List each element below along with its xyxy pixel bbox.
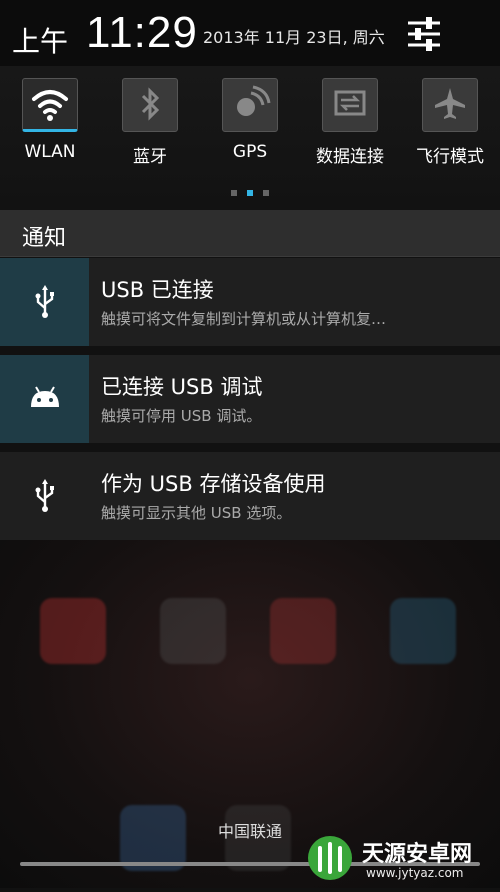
watermark-brand: 天源安卓网 — [362, 842, 473, 867]
notification-usb-debugging[interactable]: 已连接 USB 调试 触摸可停用 USB 调试。 — [0, 355, 500, 443]
notification-subtitle: 触摸可停用 USB 调试。 — [101, 407, 262, 425]
page-dot — [231, 190, 237, 196]
settings-icon[interactable] — [402, 12, 446, 56]
usb-icon — [0, 258, 89, 346]
toggle-bluetooth[interactable]: 蓝牙 — [120, 78, 180, 167]
page-dot — [263, 190, 269, 196]
notification-title: 已连接 USB 调试 — [101, 375, 263, 399]
notification-title: 作为 USB 存储设备使用 — [101, 472, 326, 496]
notification-title: USB 已连接 — [101, 278, 214, 302]
toggle-label: 数据连接 — [316, 147, 384, 167]
page-indicator — [0, 190, 500, 196]
date-label: 2013年 11月 23日, 周六 — [203, 28, 385, 47]
usb-icon — [0, 452, 89, 540]
toggle-data-connection[interactable]: 数据连接 — [316, 78, 384, 167]
wifi-icon — [22, 78, 78, 132]
notification-usb-storage[interactable]: 作为 USB 存储设备使用 触摸可显示其他 USB 选项。 — [0, 452, 500, 540]
watermark-logo: 天源安卓网 www.jytyaz.com — [300, 830, 500, 888]
clock: 11:29 — [86, 8, 198, 57]
notifications-section-header: 通知 — [0, 210, 500, 257]
toggle-gps[interactable]: GPS — [220, 78, 280, 162]
toggle-label: WLAN — [24, 142, 76, 162]
blurred-app-icon — [160, 598, 226, 664]
toggle-label: GPS — [232, 142, 268, 162]
page-dot-active — [247, 190, 253, 196]
gps-icon — [222, 78, 278, 132]
bluetooth-icon — [122, 78, 178, 132]
blurred-app-icon — [390, 598, 456, 664]
android-icon — [0, 355, 89, 443]
quick-settings-panel: WLAN 蓝牙 GPS 数据连接 飞行模式 — [0, 66, 500, 210]
toggle-label: 飞行模式 — [416, 147, 484, 167]
notification-subtitle: 触摸可将文件复制到计算机或从计算机复… — [101, 310, 387, 328]
toggle-airplane-mode[interactable]: 飞行模式 — [416, 78, 484, 167]
notification-usb-connected[interactable]: USB 已连接 触摸可将文件复制到计算机或从计算机复… — [0, 258, 500, 346]
notification-subtitle: 触摸可显示其他 USB 选项。 — [101, 504, 292, 522]
notifications-title: 通知 — [22, 226, 67, 251]
toggle-label: 蓝牙 — [133, 147, 167, 167]
watermark-url: www.jytyaz.com — [366, 866, 464, 880]
toggle-wlan[interactable]: WLAN — [20, 78, 80, 162]
ampm-label: 上午 — [12, 25, 69, 58]
notification-header: 上午 11:29 2013年 11月 23日, 周六 — [0, 0, 500, 66]
airplane-icon — [422, 78, 478, 132]
blurred-app-icon — [40, 598, 106, 664]
data-connection-icon — [322, 78, 378, 132]
blurred-app-icon — [270, 598, 336, 664]
